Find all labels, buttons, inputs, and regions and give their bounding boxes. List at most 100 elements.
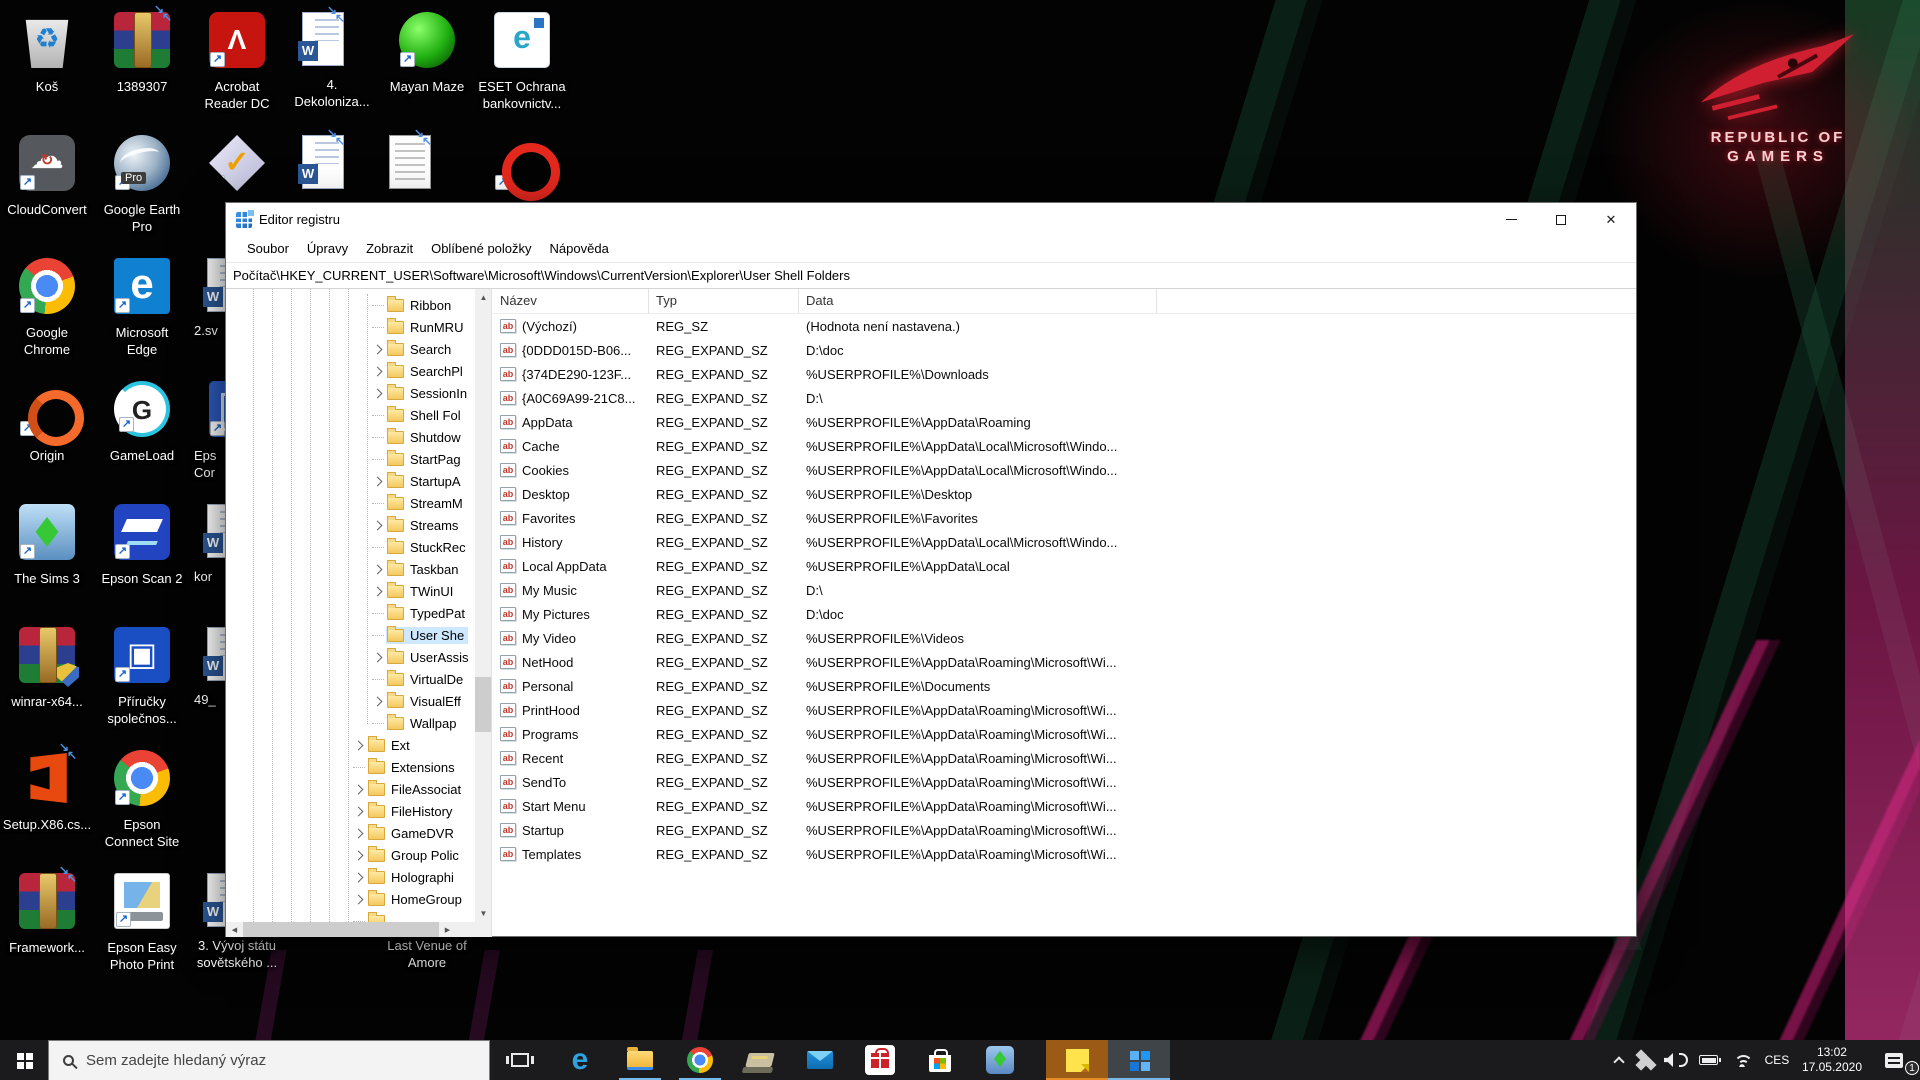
tree-item-search[interactable]: Search	[226, 338, 475, 360]
desktop-icon-text-document[interactable]	[382, 135, 472, 189]
taskbar-epson-scan-utility[interactable]	[730, 1040, 790, 1080]
tree-item-user-she[interactable]: User She	[226, 624, 475, 646]
desktop-icon-gameload[interactable]: ↗GameLoad	[97, 381, 187, 464]
menu-napoveda[interactable]: Nápověda	[541, 238, 618, 260]
desktop-icon-google-earth-pro[interactable]: ↗Google EarthPro	[97, 135, 187, 235]
registry-value-row-nethood[interactable]: abNetHoodREG_EXPAND_SZ%USERPROFILE%\AppD…	[493, 650, 1636, 674]
network-tray-button[interactable]	[1726, 1040, 1758, 1080]
taskbar-file-explorer[interactable]	[610, 1040, 670, 1080]
close-button[interactable]: ✕	[1586, 203, 1636, 236]
tree-item-ribbon[interactable]: Ribbon	[226, 294, 475, 316]
tree-item-shutdow[interactable]: Shutdow	[226, 426, 475, 448]
expand-chevron-icon[interactable]	[354, 872, 364, 882]
expand-chevron-icon[interactable]	[373, 586, 383, 596]
tree-item-wallpap[interactable]: Wallpap	[226, 712, 475, 734]
taskbar-registry-editor[interactable]	[1108, 1040, 1170, 1080]
desktop-icon-setup-x86[interactable]: Setup.X86.cs...	[2, 750, 92, 833]
volume-tray-button[interactable]	[1660, 1040, 1692, 1080]
expand-chevron-icon[interactable]	[373, 366, 383, 376]
expand-chevron-icon[interactable]	[373, 652, 383, 662]
registry-value-row-374de290-123f[interactable]: ab{374DE290-123F...REG_EXPAND_SZ%USERPRO…	[493, 362, 1636, 386]
scroll-right-icon[interactable]: ▶	[439, 922, 456, 937]
taskbar-the-sims-3[interactable]	[970, 1040, 1030, 1080]
expand-chevron-icon[interactable]	[373, 388, 383, 398]
menu-zobrazit[interactable]: Zobrazit	[357, 238, 422, 260]
expand-chevron-icon[interactable]	[354, 806, 364, 816]
taskbar-search[interactable]	[48, 1040, 490, 1080]
taskbar-sticky-notes[interactable]	[1046, 1040, 1108, 1080]
registry-value-row-personal[interactable]: abPersonalREG_EXPAND_SZ%USERPROFILE%\Doc…	[493, 674, 1636, 698]
expand-chevron-icon[interactable]	[354, 894, 364, 904]
column-header-data[interactable]: Data	[799, 289, 1157, 313]
expand-chevron-icon[interactable]	[373, 344, 383, 354]
scroll-down-icon[interactable]: ▼	[475, 905, 492, 922]
desktop-icon-epson-scan-2[interactable]: ↗Epson Scan 2	[97, 504, 187, 587]
desktop-icon-opera[interactable]: ↗	[477, 135, 567, 191]
tree-item-streams[interactable]: Streams	[226, 514, 475, 536]
registry-value-row-programs[interactable]: abProgramsREG_EXPAND_SZ%USERPROFILE%\App…	[493, 722, 1636, 746]
expand-chevron-icon[interactable]	[354, 850, 364, 860]
registry-value-row-desktop[interactable]: abDesktopREG_EXPAND_SZ%USERPROFILE%\Desk…	[493, 482, 1636, 506]
menu-upravy[interactable]: Úpravy	[298, 238, 357, 260]
desktop-icon-epson-connect-site[interactable]: ↗EpsonConnect Site	[97, 750, 187, 850]
desktop-icon-prirucky-spolecnosti[interactable]: ↗Příručkyspolečnos...	[97, 627, 187, 727]
tree-item-homegroup[interactable]: HomeGroup	[226, 888, 475, 910]
tree-item-runmru[interactable]: RunMRU	[226, 316, 475, 338]
registry-value-row-favorites[interactable]: abFavoritesREG_EXPAND_SZ%USERPROFILE%\Fa…	[493, 506, 1636, 530]
registry-value-row-templates[interactable]: abTemplatesREG_EXPAND_SZ%USERPROFILE%\Ap…	[493, 842, 1636, 866]
desktop-icon-epson-easy-photo-print[interactable]: ↗Epson EasyPhoto Print	[97, 873, 187, 973]
registry-value-row-cookies[interactable]: abCookiesREG_EXPAND_SZ%USERPROFILE%\AppD…	[493, 458, 1636, 482]
desktop-icon-recycle-bin[interactable]: Koš	[2, 12, 92, 95]
expand-chevron-icon[interactable]	[373, 564, 383, 574]
desktop-icon-google-chrome[interactable]: ↗GoogleChrome	[2, 258, 92, 358]
tree-item-userassis[interactable]: UserAssis	[226, 646, 475, 668]
taskbar-google-chrome[interactable]	[670, 1040, 730, 1080]
expand-chevron-icon[interactable]	[354, 740, 364, 750]
tree-item-filehistory[interactable]: FileHistory	[226, 800, 475, 822]
expand-chevron-icon[interactable]	[373, 520, 383, 530]
tree-item-searchpl[interactable]: SearchPl	[226, 360, 475, 382]
maximize-button[interactable]	[1536, 203, 1586, 236]
expand-chevron-icon[interactable]	[354, 828, 364, 838]
expand-chevron-icon[interactable]	[373, 476, 383, 486]
registry-value-row-my-music[interactable]: abMy MusicREG_EXPAND_SZD:\	[493, 578, 1636, 602]
registry-value-row-history[interactable]: abHistoryREG_EXPAND_SZ%USERPROFILE%\AppD…	[493, 530, 1636, 554]
address-bar[interactable]: Počítač\HKEY_CURRENT_USER\Software\Micro…	[226, 262, 1636, 289]
tree-item-virtualde[interactable]: VirtualDe	[226, 668, 475, 690]
desktop-icon-cloudconvert[interactable]: ↗CloudConvert	[2, 135, 92, 218]
registry-value-row-printhood[interactable]: abPrintHoodREG_EXPAND_SZ%USERPROFILE%\Ap…	[493, 698, 1636, 722]
registry-value-row-recent[interactable]: abRecentREG_EXPAND_SZ%USERPROFILE%\AppDa…	[493, 746, 1636, 770]
desktop-icon-winrar-x64[interactable]: winrar-x64...	[2, 627, 92, 710]
desktop-icon-eset-ochrana-bankovnictvi[interactable]: ESET Ochranabankovnictv...	[477, 12, 567, 112]
tree-item-shell-fol[interactable]: Shell Fol	[226, 404, 475, 426]
menu-soubor[interactable]: Soubor	[238, 238, 298, 260]
scrollbar-thumb[interactable]	[475, 677, 492, 732]
desktop-icon-origin[interactable]: ↗Origin	[2, 381, 92, 464]
taskbar-mail[interactable]	[790, 1040, 850, 1080]
desktop-icon-framework[interactable]: Framework...	[2, 873, 92, 956]
desktop-icon-word-document[interactable]	[287, 135, 377, 189]
tree-vertical-scrollbar[interactable]: ▲ ▼	[475, 289, 492, 922]
desktop-icon-app-checkmark[interactable]: ↗	[192, 135, 282, 191]
registry-value-row-sendto[interactable]: abSendToREG_EXPAND_SZ%USERPROFILE%\AppDa…	[493, 770, 1636, 794]
tree-item-visualeff[interactable]: VisualEff	[226, 690, 475, 712]
desktop-icon-archive-1389307[interactable]: 1389307	[97, 12, 187, 95]
column-header-typ[interactable]: Typ	[649, 289, 799, 313]
taskbar-task-view[interactable]	[490, 1040, 550, 1080]
desktop-icon-the-sims-3[interactable]: ↗The Sims 3	[2, 504, 92, 587]
tree-item-partial[interactable]	[226, 910, 475, 922]
clock[interactable]: 13:02 17.05.2020	[1796, 1040, 1868, 1080]
tree-item-fileassociat[interactable]: FileAssociat	[226, 778, 475, 800]
tree-item-ext[interactable]: Ext	[226, 734, 475, 756]
tree-item-holographi[interactable]: Holographi	[226, 866, 475, 888]
taskbar-microsoft-store[interactable]	[910, 1040, 970, 1080]
registry-value-row-local-appdata[interactable]: abLocal AppDataREG_EXPAND_SZ%USERPROFILE…	[493, 554, 1636, 578]
tree-item-typedpat[interactable]: TypedPat	[226, 602, 475, 624]
tree-item-startpag[interactable]: StartPag	[226, 448, 475, 470]
tray-overflow-button[interactable]	[1606, 1040, 1632, 1080]
registry-value-row-a0c69a99-21c8[interactable]: ab{A0C69A99-21C8...REG_EXPAND_SZD:\	[493, 386, 1636, 410]
registry-value-row-start-menu[interactable]: abStart MenuREG_EXPAND_SZ%USERPROFILE%\A…	[493, 794, 1636, 818]
tree-item-gamedvr[interactable]: GameDVR	[226, 822, 475, 844]
taskbar-gift-app[interactable]	[850, 1040, 910, 1080]
registry-value-row-vychozi[interactable]: ab(Výchozí)REG_SZ(Hodnota není nastavena…	[493, 314, 1636, 338]
